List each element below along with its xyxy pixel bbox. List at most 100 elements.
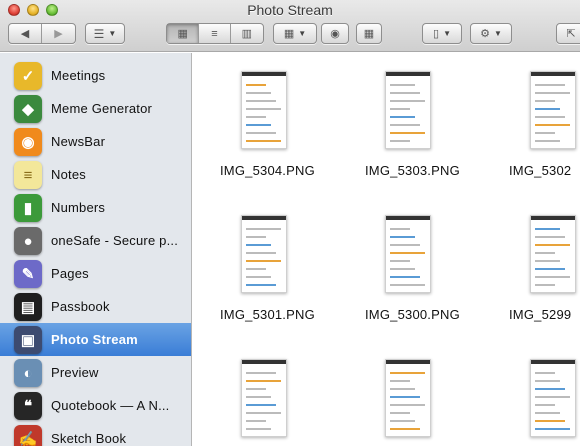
file-thumbnail[interactable] [530,215,576,293]
back-arrow-icon: ◀ [20,28,30,40]
onesafe-icon: ● [14,227,42,255]
thumbnail-content-line [390,228,410,230]
device-button[interactable]: ▯ ▼ [422,23,462,44]
thumbnail-content-line [535,92,570,94]
thumbnail-content-line [390,276,420,278]
share-button[interactable]: ⇱ [556,23,580,44]
file-thumbnail[interactable] [385,71,431,149]
thumbnail-content-line [390,132,425,134]
thumbnail-content-line [246,372,276,374]
file-name-label: IMG_5302 [509,163,572,178]
sidebar-item-label: Sketch Book [51,431,127,446]
action-button[interactable]: ⚙ ▼ [470,23,512,44]
thumbnail-content-line [246,260,281,262]
column-view-button[interactable]: ▥ [231,24,263,43]
thumbnail-content-line [390,124,420,126]
thumbnail-status-bar [531,360,575,364]
file-thumbnail[interactable] [385,215,431,293]
chevron-down-icon: ▼ [108,29,117,38]
thumbnail-content-line [390,140,410,142]
thumbnail-content-line [390,244,420,246]
sidebar-item-label: Photo Stream [51,332,138,347]
sidebar-item[interactable]: ▮ Numbers [0,191,191,224]
gear-icon: ⚙ [480,28,490,40]
sidebar-item-label: Pages [51,266,89,281]
arrange-by-button[interactable]: ▦ ▼ [273,23,317,44]
icon-view-button[interactable]: ▦ [167,24,200,43]
sidebar-item-label: Notes [51,167,86,182]
file-name-label: IMG_5304.PNG [220,163,315,178]
thumbnail-content-line [535,396,570,398]
thumbnail-content-line [535,284,555,286]
thumbnail-content-line [246,236,266,238]
sidebar-item-label: Meetings [51,68,106,83]
thumbnail-content-line [390,252,425,254]
sidebar-item[interactable]: ✍ Sketch Book [0,422,191,446]
list-view-button[interactable]: ≡ [199,24,231,43]
forward-button[interactable]: ▶ [42,24,75,43]
newsbar-icon: ◉ [14,128,42,156]
thumbnail-content-line [390,92,420,94]
thumbnail-content-line [246,116,266,118]
file-thumbnail[interactable] [385,359,431,437]
sidebar-item[interactable]: ◐ Preview [0,356,191,389]
sidebar-item[interactable]: ❝ Quotebook — A N... [0,389,191,422]
grid-view-icon: ▦ [177,28,188,40]
view-mode-control: ▦ ≡ ▥ [166,23,264,44]
sidebar-item[interactable]: ▤ Passbook [0,290,191,323]
thumbnail-content-line [246,228,281,230]
sidebar-item[interactable]: ◆ Meme Generator [0,92,191,125]
thumbnail-content-line [535,420,565,422]
thumbnail-status-bar [242,216,286,220]
file-thumbnail[interactable] [241,71,287,149]
sidebar-item[interactable]: ≡ Notes [0,158,191,191]
file-thumbnail[interactable] [241,215,287,293]
file-icon-grid: IMG_5304.PNG IMG_5303.PNG IMG_5302 IMG_5301… [193,53,580,446]
meme-generator-icon: ◆ [14,95,42,123]
file-thumbnail[interactable] [241,359,287,437]
photo-stream-icon: ▣ [14,326,42,354]
thumbnail-content-line [246,428,271,430]
thumbnail-content-line [535,412,560,414]
file-thumbnail[interactable] [530,71,576,149]
thumbnail-content-line [390,412,410,414]
thumbnail-content-line [390,428,420,430]
preview-icon: ◐ [14,359,42,387]
file-thumbnail[interactable] [530,359,576,437]
pages-icon: ✎ [14,260,42,288]
quick-look-button[interactable]: ◉ [321,23,349,44]
thumbnail-content-line [535,388,565,390]
thumbnail-content-line [246,132,276,134]
sidebar: ✓ Meetings ◆ Meme Generator ◉ NewsBar ≡ Notes ▮ N… [0,53,192,446]
thumbnail-content-line [535,124,570,126]
thumbnail-content-line [535,132,555,134]
sidebar-item[interactable]: ✎ Pages [0,257,191,290]
iphone-icon: ▯ [433,28,440,40]
thumbnail-content-line [246,284,276,286]
thumbnail-status-bar [242,360,286,364]
thumbnail-content-line [535,84,565,86]
cover-flow-button[interactable]: ▦ [356,23,382,44]
thumbnail-content-line [390,380,410,382]
list-view-icon: ≡ [211,27,218,40]
sidebar-item[interactable]: ◉ NewsBar [0,125,191,158]
sidebar-item[interactable]: ✓ Meetings [0,59,191,92]
numbers-icon: ▮ [14,194,42,222]
thumbnail-content-line [246,140,281,142]
file-name-label: IMG_5303.PNG [365,163,460,178]
thumbnail-status-bar [531,72,575,76]
sidebar-item[interactable]: ▣ Photo Stream [0,323,191,356]
grid-arrange-icon: ▦ [283,28,295,40]
arrange-button[interactable]: ☰ ▼ [85,23,125,44]
quotebook-icon: ❝ [14,392,42,420]
thumbnail-content-line [390,372,425,374]
back-button[interactable]: ◀ [9,24,43,43]
thumbnail-content-line [390,420,415,422]
eye-icon: ◉ [330,28,340,40]
thumbnail-content-line [390,108,410,110]
window-title: Photo Stream [247,2,333,18]
thumbnail-content-line [246,380,281,382]
thumbnail-content-line [535,252,555,254]
sidebar-item[interactable]: ● oneSafe - Secure p... [0,224,191,257]
thumbnail-content-line [535,100,555,102]
